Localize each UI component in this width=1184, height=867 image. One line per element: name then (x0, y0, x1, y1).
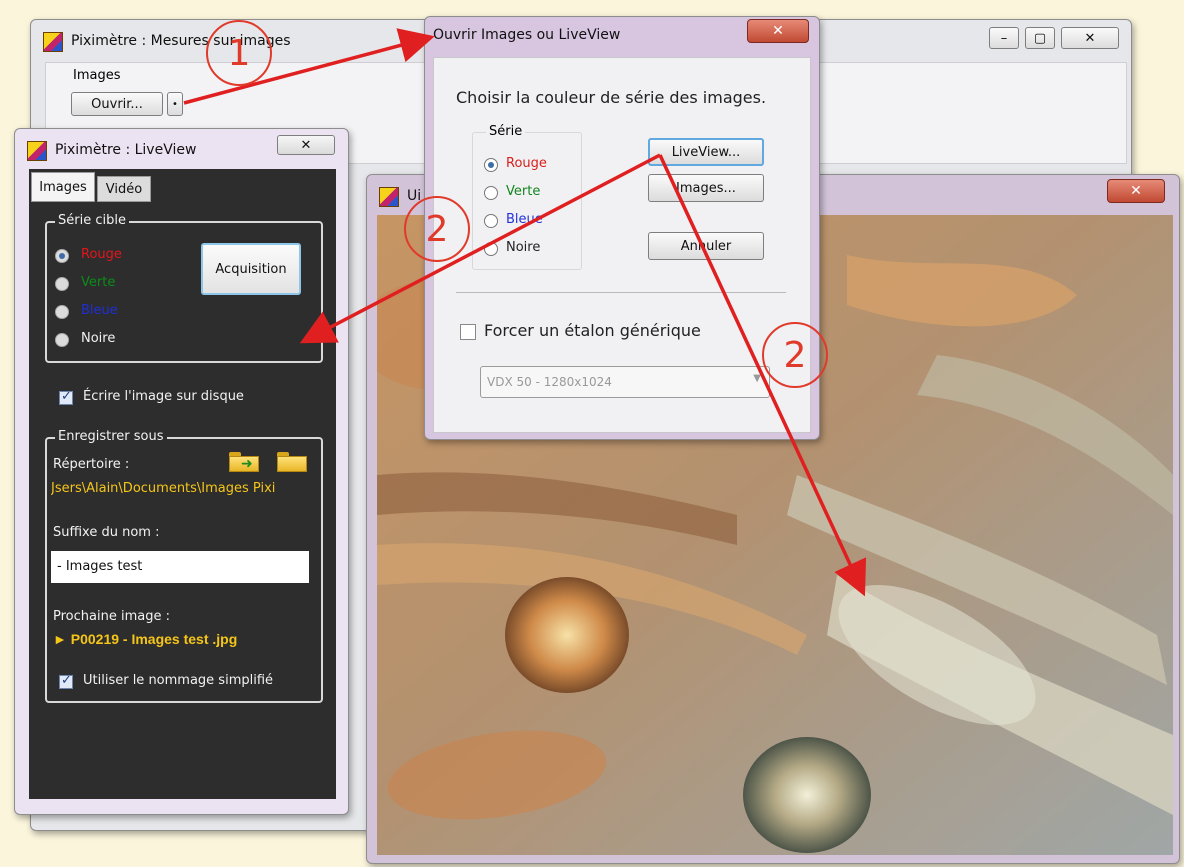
next-image-label: Prochaine image : (53, 609, 170, 624)
suffix-label: Suffixe du nom : (53, 525, 160, 540)
chevron-down-icon: ▼ (753, 373, 761, 384)
next-image-value: ► P00219 - Images test .jpg (53, 631, 238, 647)
dialog-radio-rouge[interactable] (484, 158, 498, 172)
open-button[interactable]: Ouvrir... (71, 92, 163, 116)
dialog-heading: Choisir la couleur de série des images. (456, 88, 767, 107)
annotation-circle-2a: 2 (404, 196, 470, 262)
acquisition-button[interactable]: Acquisition (201, 243, 301, 295)
dialog-radio-verte-label: Verte (506, 184, 541, 199)
dialog-title: Ouvrir Images ou LiveView (433, 27, 621, 43)
liveview-title: Piximètre : LiveView (55, 142, 197, 158)
liveview-app-icon (27, 141, 47, 161)
image-window-close-button[interactable]: ✕ (1107, 179, 1165, 203)
radio-rouge[interactable] (55, 249, 69, 263)
annotation-circle-2b: 2 (762, 322, 828, 388)
write-disk-checkbox[interactable] (59, 389, 73, 405)
force-standard-checkbox[interactable] (460, 324, 476, 340)
simplified-naming-checkbox[interactable] (59, 673, 73, 689)
liveview-window: Piximètre : LiveView ✕ Images Vidéo Séri… (14, 128, 349, 815)
radio-noire-label: Noire (81, 331, 116, 346)
dialog-serie-label: Série (486, 124, 526, 139)
dialog-close-button[interactable]: ✕ (747, 19, 809, 43)
open-folder-icon[interactable]: ➜ (229, 452, 259, 472)
camera-select[interactable]: VDX 50 - 1280x1024 ▼ (480, 366, 770, 398)
radio-rouge-label: Rouge (81, 247, 122, 262)
images-button[interactable]: Images... (648, 174, 764, 202)
liveview-panel: Images Vidéo Série cible Rouge Verte Ble… (29, 169, 336, 799)
app-icon (43, 32, 63, 52)
close-button[interactable]: ✕ (1061, 27, 1119, 49)
tab-images[interactable]: Images (31, 172, 95, 202)
dialog-radio-bleue[interactable] (484, 214, 498, 228)
suffix-input[interactable]: - Images test (51, 551, 309, 583)
write-disk-label: Écrire l'image sur disque (83, 389, 244, 404)
liveview-close-button[interactable]: ✕ (277, 135, 335, 155)
save-as-legend: Enregistrer sous (55, 429, 167, 444)
force-standard-label: Forcer un étalon générique (484, 321, 701, 340)
dialog-radio-rouge-label: Rouge (506, 156, 547, 171)
radio-verte[interactable] (55, 277, 69, 291)
dialog-separator (456, 292, 786, 293)
open-menu-button[interactable]: • (167, 92, 183, 116)
radio-noire[interactable] (55, 333, 69, 347)
camera-select-value: VDX 50 - 1280x1024 (487, 375, 612, 389)
directory-label: Répertoire : (53, 457, 130, 472)
cancel-button[interactable]: Annuler (648, 232, 764, 260)
folder-icon[interactable] (277, 452, 307, 472)
tab-video[interactable]: Vidéo (97, 176, 151, 202)
simplified-naming-label: Utiliser le nommage simplifié (83, 673, 274, 688)
radio-verte-label: Verte (81, 275, 116, 290)
radio-bleue-label: Bleue (81, 303, 118, 318)
annotation-circle-1: 1 (206, 20, 272, 86)
dialog-body: Choisir la couleur de série des images. … (433, 57, 811, 433)
dialog-radio-bleue-label: Bleue (506, 212, 543, 227)
dialog-radio-verte[interactable] (484, 186, 498, 200)
serie-cible-legend: Série cible (55, 213, 129, 228)
images-group-label: Images (73, 68, 121, 83)
directory-path: Jsers\Alain\Documents\Images Pixi (51, 481, 276, 496)
minimize-button[interactable]: – (989, 27, 1019, 49)
image-window-app-icon (379, 187, 399, 207)
radio-bleue[interactable] (55, 305, 69, 319)
dialog-radio-noire[interactable] (484, 242, 498, 256)
maximize-button[interactable]: ▢ (1025, 27, 1055, 49)
dialog-radio-noire-label: Noire (506, 240, 541, 255)
liveview-button[interactable]: LiveView... (648, 138, 764, 166)
open-dialog: Ouvrir Images ou LiveView ✕ Choisir la c… (424, 16, 820, 440)
